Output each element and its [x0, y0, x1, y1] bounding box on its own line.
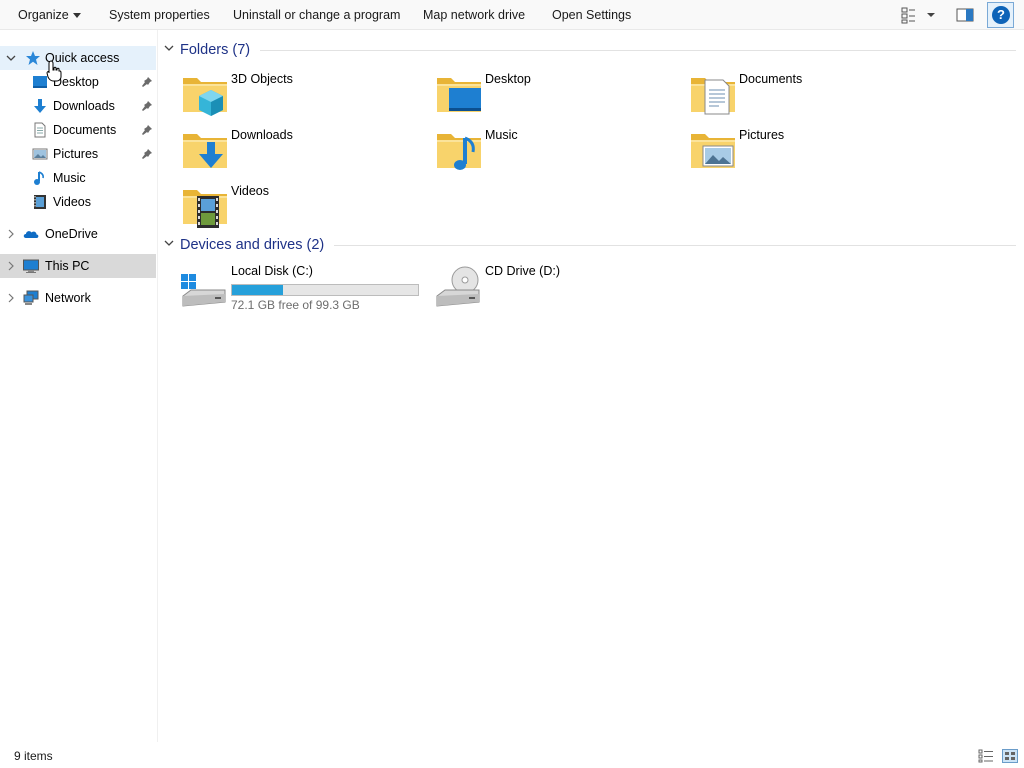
- music-folder-icon: [435, 126, 483, 170]
- drive-label: Local Disk (C:): [231, 264, 313, 278]
- folders-group-label: Folders (7): [180, 42, 251, 58]
- open-settings-button[interactable]: Open Settings: [552, 0, 631, 30]
- drives-group-label: Devices and drives (2): [180, 237, 325, 253]
- group-divider: [260, 50, 1016, 51]
- change-view-button[interactable]: [898, 6, 940, 24]
- videos-icon: [34, 195, 46, 209]
- nav-item-desktop[interactable]: Desktop: [0, 70, 156, 94]
- nav-item-downloads[interactable]: Downloads: [0, 94, 156, 118]
- drives-group-header[interactable]: Devices and drives (2): [164, 235, 324, 255]
- pictures-folder-icon: [689, 126, 737, 174]
- help-icon: ?: [992, 6, 1010, 24]
- folder-label: Videos: [231, 184, 269, 198]
- organize-button[interactable]: Organize: [18, 0, 81, 30]
- folder-label: Music: [485, 128, 518, 142]
- onedrive-cloud-icon: [23, 231, 39, 238]
- videos-folder-icon: [181, 182, 229, 228]
- this-pc-icon: [23, 259, 39, 273]
- hand-cursor-icon: [46, 60, 62, 82]
- command-bar: Organize System properties Uninstall or …: [0, 0, 1024, 30]
- folder-tile-downloads[interactable]: Downloads: [181, 126, 421, 178]
- drive-free-space: 72.1 GB free of 99.3 GB: [231, 298, 360, 312]
- chevron-down-icon: [72, 13, 81, 19]
- pane-divider[interactable]: [157, 30, 158, 742]
- details-view-icon[interactable]: [978, 749, 994, 763]
- local-disk-icon: [181, 274, 226, 307]
- folder-tile-pictures[interactable]: Pictures: [689, 126, 929, 178]
- large-icons-view-icon[interactable]: [1002, 749, 1018, 763]
- folder-label: 3D Objects: [231, 72, 293, 86]
- cd-drive-icon: [436, 266, 480, 307]
- chevron-right-icon[interactable]: [6, 222, 16, 246]
- music-icon: [34, 171, 44, 185]
- nav-onedrive[interactable]: OneDrive: [0, 222, 156, 246]
- nav-item-documents[interactable]: Documents: [0, 118, 156, 142]
- view-options-icon: [901, 7, 935, 24]
- item-count: 9 items: [14, 749, 53, 763]
- nav-label: Documents: [53, 123, 117, 137]
- nav-quick-access[interactable]: Quick access: [0, 46, 156, 70]
- nav-label: Music: [53, 171, 86, 185]
- preview-pane-button[interactable]: [956, 7, 974, 23]
- pin-icon: [141, 124, 153, 136]
- nav-item-pictures[interactable]: Pictures: [0, 142, 156, 166]
- chevron-right-icon[interactable]: [6, 254, 16, 278]
- documents-icon: [34, 122, 46, 138]
- documents-folder-icon: [689, 70, 737, 115]
- folder-tile-3d-objects[interactable]: 3D Objects: [181, 70, 421, 122]
- 3d-objects-folder-icon: [181, 70, 229, 116]
- folder-label: Downloads: [231, 128, 293, 142]
- nav-network[interactable]: Network: [0, 286, 156, 310]
- drive-tile-cd-drive-d[interactable]: CD Drive (D:): [435, 262, 675, 314]
- drive-label: CD Drive (D:): [485, 264, 560, 278]
- nav-item-videos[interactable]: Videos: [0, 190, 156, 214]
- folder-label: Desktop: [485, 72, 531, 86]
- folder-label: Documents: [739, 72, 803, 86]
- chevron-down-icon: [164, 43, 174, 53]
- preview-pane-icon: [956, 8, 974, 22]
- folder-label: Pictures: [739, 128, 785, 142]
- organize-label: Organize: [18, 8, 69, 22]
- chevron-down-icon: [164, 238, 174, 248]
- map-network-drive-button[interactable]: Map network drive: [423, 0, 525, 30]
- chevron-right-icon[interactable]: [6, 286, 16, 310]
- nav-label: Pictures: [53, 147, 99, 161]
- nav-label-onedrive: OneDrive: [45, 227, 98, 241]
- navigation-pane: Quick access Desktop Downloads Documents…: [0, 42, 157, 742]
- pin-icon: [141, 100, 153, 112]
- status-bar: 9 items: [0, 744, 1024, 768]
- pin-icon: [141, 148, 153, 160]
- drive-tile-local-disk-c[interactable]: Local Disk (C:) 72.1 GB free of 99.3 GB: [181, 262, 421, 314]
- pin-icon: [141, 76, 153, 88]
- downloads-folder-icon: [181, 126, 229, 168]
- pictures-icon: [32, 148, 48, 160]
- nav-label-this-pc: This PC: [45, 259, 90, 273]
- folder-tile-music[interactable]: Music: [435, 126, 675, 178]
- nav-this-pc[interactable]: This PC: [0, 254, 156, 278]
- disk-usage-fill: [232, 285, 283, 295]
- folder-tile-desktop[interactable]: Desktop: [435, 70, 675, 122]
- desktop-folder-icon: [435, 70, 481, 118]
- disk-usage-bar: [231, 284, 419, 296]
- nav-label: Videos: [53, 195, 91, 209]
- group-divider: [334, 245, 1016, 246]
- downloads-icon: [34, 99, 46, 113]
- nav-item-music[interactable]: Music: [0, 166, 156, 190]
- chevron-down-icon[interactable]: [6, 46, 16, 70]
- help-button[interactable]: ?: [987, 2, 1014, 28]
- uninstall-program-button[interactable]: Uninstall or change a program: [233, 0, 400, 30]
- star-icon: [26, 51, 40, 65]
- folder-tile-documents[interactable]: Documents: [689, 70, 929, 122]
- network-icon: [23, 290, 39, 305]
- folder-tile-videos[interactable]: Videos: [181, 182, 421, 234]
- folders-group-header[interactable]: Folders (7): [164, 40, 250, 60]
- nav-label-network: Network: [45, 291, 91, 305]
- nav-label: Downloads: [53, 99, 115, 113]
- system-properties-button[interactable]: System properties: [109, 0, 210, 30]
